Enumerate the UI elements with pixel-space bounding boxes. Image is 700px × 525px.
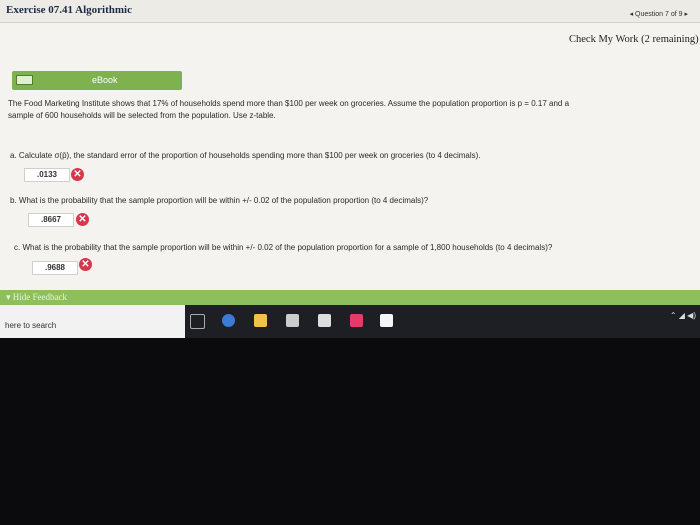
taskbar-search-box[interactable]: here to search [0,305,185,338]
question-b-text: b. What is the probability that the samp… [10,196,429,205]
hide-feedback-label: ▾ Hide Feedback [6,292,67,302]
search-placeholder: here to search [5,321,57,330]
question-a-text: a. Calculate σ(p̄), the standard error o… [10,151,481,160]
question-navigation[interactable]: ◂ Question 7 of 9 ▸ [630,10,688,18]
answer-a-input[interactable]: .0133 [24,168,70,182]
incorrect-icon: ✕ [71,168,84,181]
problem-statement: The Food Marketing Institute shows that … [8,98,693,123]
ebook-label: eBook [92,75,118,85]
book-icon [16,75,33,85]
windows-taskbar: here to search ⌃ ◢ ◀) [0,305,700,338]
app-icon[interactable] [318,314,331,327]
assignment-header: Exercise 07.41 Algorithmic ◂ Question 7 … [0,0,700,23]
problem-line-1: The Food Marketing Institute shows that … [8,99,570,108]
check-my-work-button[interactable]: Check My Work (2 remaining) [569,34,699,45]
incorrect-icon: ✕ [79,258,92,271]
exercise-title: Exercise 07.41 Algorithmic [6,4,132,16]
system-tray[interactable]: ⌃ ◢ ◀) [670,311,696,320]
file-explorer-icon[interactable] [254,314,267,327]
problem-line-2: sample of 600 households will be selecte… [8,111,276,121]
app-icon-3[interactable] [380,314,393,327]
ebook-button[interactable]: eBook [12,71,182,90]
store-icon[interactable] [286,314,299,327]
app-icon-2[interactable] [350,314,363,327]
question-c-text: c. What is the probability that the samp… [14,243,553,252]
answer-c-input[interactable]: .9688 [32,261,78,275]
hide-feedback-bar[interactable]: ▾ Hide Feedback [0,290,700,305]
browser-content: Exercise 07.41 Algorithmic ◂ Question 7 … [0,0,700,305]
answer-b-input[interactable]: .8667 [28,213,74,227]
edge-icon[interactable] [222,314,235,327]
incorrect-icon: ✕ [76,213,89,226]
task-view-icon[interactable] [190,314,205,329]
